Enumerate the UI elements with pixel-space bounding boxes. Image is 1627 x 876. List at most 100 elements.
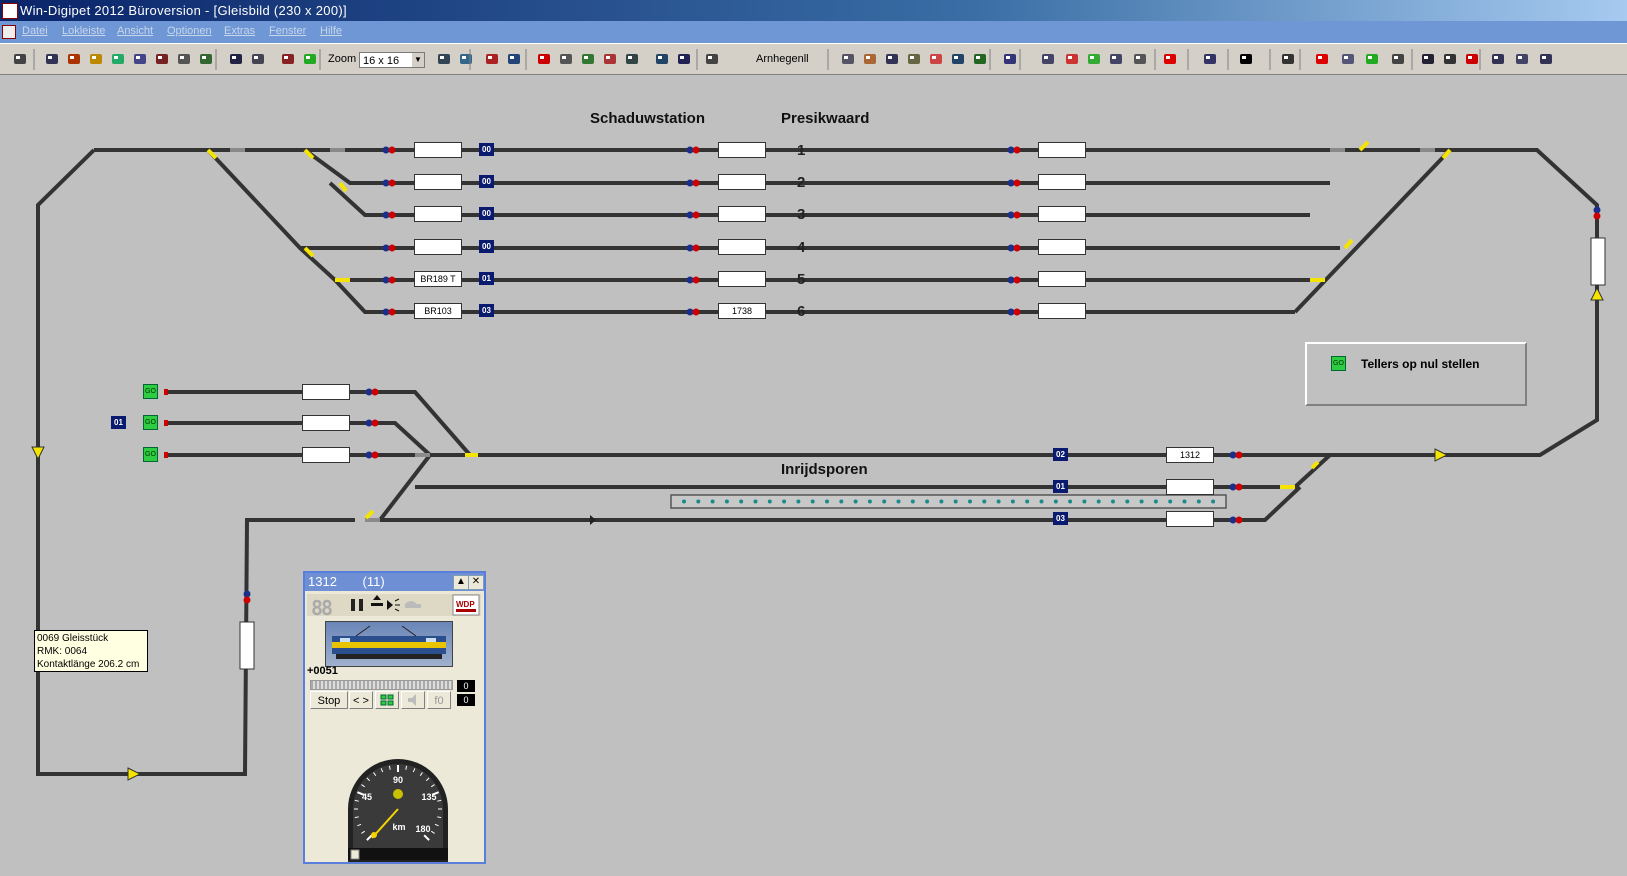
- signal-icon[interactable]: [365, 388, 379, 396]
- menu-hilfe[interactable]: Hilfe: [320, 25, 342, 37]
- minimize-icon[interactable]: ▲: [453, 575, 469, 590]
- toolbar-button-icon[interactable]: [154, 51, 170, 67]
- signal-icon[interactable]: [1007, 211, 1021, 219]
- toolbar-button-icon[interactable]: [1162, 51, 1178, 67]
- signal-icon[interactable]: [1229, 451, 1243, 459]
- toolbar-button-icon[interactable]: [972, 51, 988, 67]
- block-box[interactable]: [302, 447, 350, 463]
- stop-button[interactable]: Stop: [310, 691, 348, 709]
- signal-icon[interactable]: [1007, 308, 1021, 316]
- signal-icon[interactable]: [1007, 146, 1021, 154]
- toolbar-button-icon[interactable]: [1002, 51, 1018, 67]
- toolbar-button-icon[interactable]: [1108, 51, 1124, 67]
- toolbar-button-icon[interactable]: [12, 51, 28, 67]
- toolbar-button-icon[interactable]: [458, 51, 474, 67]
- block-box[interactable]: [718, 239, 766, 255]
- close-icon[interactable]: ✕: [468, 575, 484, 590]
- block-box[interactable]: [414, 239, 462, 255]
- toolbar-button-icon[interactable]: [44, 51, 60, 67]
- go-button[interactable]: GO: [143, 415, 158, 430]
- block-box[interactable]: [718, 271, 766, 287]
- toolbar-button-icon[interactable]: [602, 51, 618, 67]
- toolbar-button-icon[interactable]: [676, 51, 692, 67]
- counter-badge[interactable]: 01: [1053, 480, 1068, 493]
- signal-icon[interactable]: [1007, 244, 1021, 252]
- toolbar-button-icon[interactable]: [66, 51, 82, 67]
- toolbar-button-icon[interactable]: [704, 51, 720, 67]
- toolbar-button-icon[interactable]: [862, 51, 878, 67]
- menu-fenster[interactable]: Fenster: [269, 25, 306, 37]
- reset-counters-button[interactable]: GO: [1331, 356, 1346, 371]
- block-box[interactable]: [1038, 303, 1086, 319]
- go-button[interactable]: GO: [143, 384, 158, 399]
- counter-badge[interactable]: 03: [1053, 512, 1068, 525]
- toolbar-button-icon[interactable]: [506, 51, 522, 67]
- counter-badge[interactable]: 01: [479, 272, 494, 285]
- block-box-left[interactable]: [239, 621, 255, 670]
- toolbar-button-icon[interactable]: [250, 51, 266, 67]
- toolbar-button-icon[interactable]: [484, 51, 500, 67]
- signal-icon[interactable]: [382, 244, 396, 252]
- toolbar-button-icon[interactable]: [132, 51, 148, 67]
- toolbar-button-icon[interactable]: [1314, 51, 1330, 67]
- block-box[interactable]: [718, 174, 766, 190]
- block-box[interactable]: [718, 206, 766, 222]
- toolbar-button-icon[interactable]: [1238, 51, 1254, 67]
- toolbar-button-icon[interactable]: [1040, 51, 1056, 67]
- signal-icon[interactable]: [382, 179, 396, 187]
- signal-icon[interactable]: [686, 308, 700, 316]
- zoom-select[interactable]: 16 x 16 ▼: [359, 52, 425, 68]
- locomotive-image[interactable]: [325, 621, 453, 667]
- toolbar-button-icon[interactable]: [1390, 51, 1406, 67]
- block-box[interactable]: [1166, 511, 1214, 527]
- signal-icon[interactable]: [686, 276, 700, 284]
- toolbar-button-icon[interactable]: [198, 51, 214, 67]
- toolbar-button-icon[interactable]: [950, 51, 966, 67]
- toolbar-button-icon[interactable]: [110, 51, 126, 67]
- signal-icon[interactable]: [686, 179, 700, 187]
- signal-icon[interactable]: [686, 211, 700, 219]
- toolbar-button-icon[interactable]: [884, 51, 900, 67]
- chevron-down-icon[interactable]: ▼: [412, 53, 424, 67]
- signal-icon[interactable]: [365, 419, 379, 427]
- toolbar-button-icon[interactable]: [1202, 51, 1218, 67]
- toolbar-button-icon[interactable]: [580, 51, 596, 67]
- toolbar-button-icon[interactable]: [654, 51, 670, 67]
- block-box[interactable]: [718, 142, 766, 158]
- toolbar-button-icon[interactable]: [1064, 51, 1080, 67]
- menu-ansicht[interactable]: Ansicht: [117, 25, 153, 37]
- toolbar-button-icon[interactable]: [1490, 51, 1506, 67]
- counter-badge[interactable]: 00: [479, 207, 494, 220]
- block-box[interactable]: BR189 T: [414, 271, 462, 287]
- signal-icon[interactable]: [686, 244, 700, 252]
- menu-lokleiste[interactable]: Lokleiste: [62, 25, 105, 37]
- toolbar-button-icon[interactable]: [1280, 51, 1296, 67]
- counter-badge[interactable]: 00: [479, 240, 494, 253]
- direction-button[interactable]: < >: [349, 691, 373, 709]
- toolbar-button-icon[interactable]: [88, 51, 104, 67]
- block-box[interactable]: [302, 384, 350, 400]
- signal-icon[interactable]: [1593, 206, 1601, 220]
- toolbar-button-icon[interactable]: [280, 51, 296, 67]
- f0-button[interactable]: f0: [427, 691, 451, 709]
- go-button[interactable]: GO: [143, 447, 158, 462]
- signal-icon[interactable]: [1007, 179, 1021, 187]
- toolbar-button-icon[interactable]: [436, 51, 452, 67]
- loco-window-titlebar[interactable]: 1312 (11) ▲ ✕: [305, 573, 484, 591]
- block-box[interactable]: BR103: [414, 303, 462, 319]
- signal-icon[interactable]: [1229, 483, 1243, 491]
- toolbar-button-icon[interactable]: [1442, 51, 1458, 67]
- toolbar-button-icon[interactable]: [1364, 51, 1380, 67]
- counter-badge[interactable]: 00: [479, 175, 494, 188]
- block-box[interactable]: [414, 174, 462, 190]
- toolbar-button-icon[interactable]: [906, 51, 922, 67]
- signal-icon[interactable]: [382, 276, 396, 284]
- sound-button[interactable]: [401, 691, 425, 709]
- function-grid-button[interactable]: [375, 691, 399, 709]
- menu-optionen[interactable]: Optionen: [167, 25, 212, 37]
- document-icon[interactable]: [2, 25, 16, 39]
- toolbar-button-icon[interactable]: [536, 51, 552, 67]
- toolbar-button-icon[interactable]: [1086, 51, 1102, 67]
- toolbar-button-icon[interactable]: [558, 51, 574, 67]
- block-box-right[interactable]: [1590, 237, 1606, 286]
